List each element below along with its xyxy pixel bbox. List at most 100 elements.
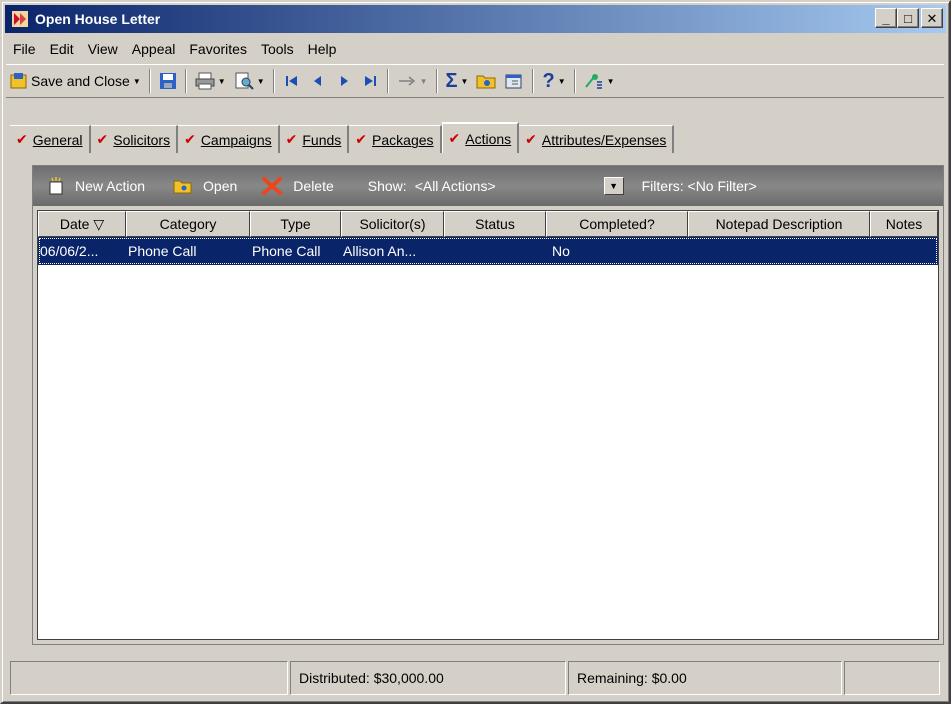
tab-actions[interactable]: ✔ Actions (441, 122, 520, 153)
chevron-down-icon[interactable]: ▼ (420, 77, 428, 86)
tab-campaigns-label: Campaigns (200, 131, 272, 148)
tab-general-label: General (32, 131, 83, 148)
actions-grid[interactable]: Date ▽ Category Type Solicitor(s) Status… (37, 210, 939, 640)
toolbar-separator (386, 69, 389, 93)
new-action-label: New Action (75, 178, 146, 194)
menu-help[interactable]: Help (301, 41, 344, 57)
close-button[interactable]: ✕ (921, 8, 943, 28)
checkmark-icon: ✔ (448, 130, 461, 146)
show-label: Show: (367, 178, 407, 194)
menu-view[interactable]: View (81, 41, 125, 57)
status-pane-extra (844, 661, 940, 695)
wizard-button[interactable]: ▼ (580, 67, 619, 95)
maximize-button[interactable]: □ (897, 8, 919, 28)
column-header-status[interactable]: Status (444, 211, 546, 237)
toolbar-separator (148, 69, 151, 93)
toolbar-separator (272, 69, 275, 93)
toolbar-separator (184, 69, 187, 93)
tab-attributes-expenses-label: Attributes/Expenses (541, 131, 667, 148)
window-title: Open House Letter (35, 11, 161, 27)
tab-general[interactable]: ✔ General (10, 125, 91, 153)
app-logo-icon (9, 8, 31, 30)
column-header-completed[interactable]: Completed? (546, 211, 688, 237)
menu-edit[interactable]: Edit (43, 41, 81, 57)
filters-label[interactable]: Filters: <No Filter> (642, 178, 757, 194)
cell-solicitors: Allison An... (343, 243, 417, 259)
tab-solicitors[interactable]: ✔ Solicitors (90, 125, 179, 153)
menu-file[interactable]: File (6, 41, 43, 57)
open-button[interactable]: Open (173, 178, 237, 194)
menu-bar: File Edit View Appeal Favorites Tools He… (6, 36, 343, 62)
checkmark-icon: ✔ (285, 131, 298, 147)
status-bar: Distributed: $30,000.00 Remaining: $0.00 (10, 661, 942, 695)
checkmark-icon: ✔ (355, 131, 368, 147)
help-icon: ? (542, 70, 555, 92)
delete-x-icon (262, 177, 283, 195)
last-record-button[interactable] (357, 67, 383, 95)
menu-favorites[interactable]: Favorites (182, 41, 254, 57)
column-header-date[interactable]: Date ▽ (38, 211, 126, 237)
open-label: Open (203, 178, 238, 194)
menu-tools[interactable]: Tools (254, 41, 301, 57)
new-action-button[interactable]: New Action (47, 177, 145, 195)
open-folder-icon (173, 180, 192, 194)
folder-star-icon (476, 75, 496, 89)
minimize-button[interactable]: _ (875, 8, 897, 28)
checkmark-icon: ✔ (96, 131, 109, 147)
tab-funds-label: Funds (302, 131, 342, 148)
help-button[interactable]: ? ▼ (538, 67, 569, 95)
record-tabs: ✔ General ✔ Solicitors ✔ Campaigns ✔ Fun… (10, 122, 675, 153)
wizard-icon (584, 74, 602, 89)
first-record-button[interactable] (279, 67, 305, 95)
title-bar[interactable]: Open House Letter _ □ ✕ (5, 5, 946, 33)
print-button[interactable]: ▼ (191, 67, 230, 95)
column-header-solicitors[interactable]: Solicitor(s) (341, 211, 444, 237)
properties-icon (505, 74, 522, 89)
floppy-disk-icon (159, 73, 176, 89)
column-header-notepad-description[interactable]: Notepad Description (688, 211, 870, 237)
cell-date: 06/06/2... (40, 243, 99, 259)
tab-funds[interactable]: ✔ Funds (279, 125, 350, 153)
tab-attributes-expenses[interactable]: ✔ Attributes/Expenses (519, 125, 675, 153)
tab-campaigns[interactable]: ✔ Campaigns (178, 125, 280, 153)
app-window: Open House Letter _ □ ✕ File Edit View A… (0, 0, 951, 704)
chevron-down-icon[interactable]: ▼ (607, 77, 615, 86)
toolbar-separator (532, 69, 535, 93)
chevron-down-icon[interactable]: ▼ (257, 77, 265, 86)
cell-type: Phone Call (252, 243, 321, 259)
summary-button[interactable]: Σ ▼ (442, 67, 473, 95)
table-row[interactable]: 06/06/2... Phone Call Phone Call Allison… (38, 237, 938, 265)
column-header-category[interactable]: Category (126, 211, 250, 237)
properties-button[interactable] (500, 67, 528, 95)
actions-toolbar: New Action Open Delete Show: <All Action… (33, 166, 943, 206)
show-dropdown-button[interactable]: ▼ (603, 177, 624, 195)
folder-button[interactable] (472, 67, 500, 95)
chevron-down-icon[interactable]: ▼ (218, 77, 226, 86)
sigma-icon: Σ (445, 70, 458, 92)
delete-label: Delete (293, 178, 334, 194)
checkmark-icon: ✔ (184, 131, 196, 147)
show-select[interactable]: <All Actions> (415, 178, 496, 194)
go-to-button[interactable]: ▼ (393, 67, 432, 95)
save-and-close-button[interactable]: Save and Close ▼ (6, 67, 145, 95)
status-distributed: Distributed: $30,000.00 (290, 661, 566, 695)
previous-record-button[interactable] (305, 67, 331, 95)
save-and-close-label: Save and Close (31, 73, 130, 89)
save-button[interactable] (155, 67, 181, 95)
column-header-notes[interactable]: Notes (870, 211, 938, 237)
print-preview-icon (235, 72, 254, 90)
tab-packages[interactable]: ✔ Packages (349, 125, 442, 153)
chevron-down-icon: ▼ (609, 181, 619, 191)
column-header-type[interactable]: Type (250, 211, 341, 237)
status-remaining: Remaining: $0.00 (568, 661, 842, 695)
checkmark-icon: ✔ (16, 131, 28, 147)
delete-button[interactable]: Delete (261, 176, 334, 196)
previous-arrow-icon (313, 76, 321, 86)
menu-appeal[interactable]: Appeal (125, 41, 183, 57)
chevron-down-icon[interactable]: ▼ (461, 77, 469, 86)
chevron-down-icon[interactable]: ▼ (558, 77, 566, 86)
tab-solicitors-label: Solicitors (113, 131, 171, 148)
chevron-down-icon[interactable]: ▼ (133, 77, 141, 86)
next-record-button[interactable] (331, 67, 357, 95)
print-preview-button[interactable]: ▼ (230, 67, 269, 95)
